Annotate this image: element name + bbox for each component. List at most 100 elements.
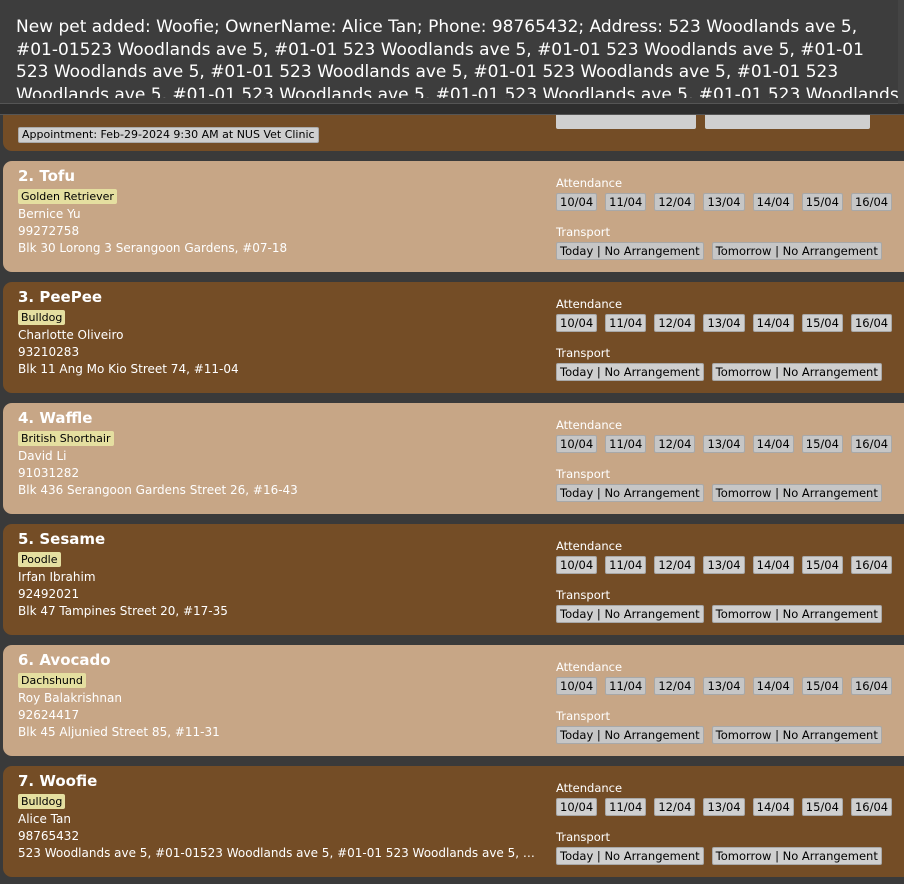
transport-chip: Tomorrow | No Arrangement — [711, 363, 882, 381]
attendance-date-chip: 15/04 — [801, 193, 843, 211]
attendance-chips: 10/04 11/04 12/04 13/04 14/04 15/04 16/04 — [556, 677, 900, 695]
breed-tag: British Shorthair — [18, 431, 114, 446]
divider — [0, 104, 904, 115]
attendance-date-chip: 13/04 — [703, 556, 745, 574]
transport-chip-partial — [556, 115, 696, 129]
pet-name: 6. Avocado — [18, 651, 111, 669]
transport-chip: Tomorrow | No Arrangement — [711, 847, 882, 865]
owner-address: Blk 11 Ang Mo Kio Street 74, #11-04 — [18, 362, 239, 376]
owner-phone: 92492021 — [18, 587, 80, 601]
attendance-chips: 10/04 11/04 12/04 13/04 14/04 15/04 16/04 — [556, 798, 900, 816]
result-display[interactable]: New pet added: Woofie; OwnerName: Alice … — [0, 0, 904, 104]
attendance-date-chip: 13/04 — [703, 798, 745, 816]
pet-name: 7. Woofie — [18, 772, 98, 790]
attendance-chips: 10/04 11/04 12/04 13/04 14/04 15/04 16/04 — [556, 314, 900, 332]
transport-chip: Tomorrow | No Arrangement — [711, 484, 882, 502]
owner-phone: 91031282 — [18, 466, 80, 480]
pet-card-1-partial[interactable]: Appointment: Feb-29-2024 9:30 AM at NUS … — [3, 115, 904, 151]
owner-phone: 99272758 — [18, 224, 80, 238]
transport-chip: Today | No Arrangement — [556, 726, 704, 744]
attendance-label: Attendance — [556, 539, 623, 553]
owner-name: Roy Balakrishnan — [18, 691, 122, 705]
attendance-date-chip: 15/04 — [801, 798, 843, 816]
transport-chips: Today | No Arrangement Tomorrow | No Arra… — [556, 726, 890, 744]
attendance-chips: 10/04 11/04 12/04 13/04 14/04 15/04 16/04 — [556, 435, 900, 453]
owner-address: Blk 436 Serangoon Gardens Street 26, #16… — [18, 483, 298, 497]
attendance-label: Attendance — [556, 418, 623, 432]
transport-chip: Tomorrow | No Arrangement — [711, 605, 882, 623]
owner-phone: 93210283 — [18, 345, 80, 359]
attendance-date-chip: 12/04 — [654, 677, 696, 695]
owner-name: Charlotte Oliveiro — [18, 328, 124, 342]
attendance-date-chip: 15/04 — [801, 677, 843, 695]
transport-label: Transport — [556, 467, 610, 481]
attendance-date-chip: 10/04 — [556, 193, 598, 211]
pet-card[interactable]: 7. Woofie Bulldog Alice Tan 98765432 523 Woo… — [3, 766, 904, 877]
attendance-date-chip: 16/04 — [850, 677, 893, 695]
attendance-label: Attendance — [556, 660, 623, 674]
pet-list[interactable]: Appointment: Feb-29-2024 9:30 AM at NUS … — [0, 115, 904, 884]
pet-card[interactable]: 6. Avocado Dachshund Roy Balakrishnan 92624… — [3, 645, 904, 756]
pet-card[interactable]: 2. Tofu Golden Retriever Bernice Yu 9927275… — [3, 161, 904, 272]
pet-card[interactable]: 4. Waffle British Shorthair David Li 910312… — [3, 403, 904, 514]
attendance-date-chip: 10/04 — [556, 677, 598, 695]
attendance-date-chip: 11/04 — [605, 677, 647, 695]
breed-tag: Golden Retriever — [18, 189, 117, 204]
pet-name: 2. Tofu — [18, 167, 76, 185]
attendance-date-chip: 12/04 — [654, 314, 696, 332]
attendance-label: Attendance — [556, 297, 623, 311]
pet-card[interactable]: 3. PeePee Bulldog Charlotte Oliveiro 932102… — [3, 282, 904, 393]
attendance-date-chip: 14/04 — [752, 798, 794, 816]
attendance-date-chip: 14/04 — [752, 193, 794, 211]
owner-address: Blk 45 Aljunied Street 85, #11-31 — [18, 725, 220, 739]
pet-card[interactable]: 5. Sesame Poodle Irfan Ibrahim 92492021 Blk … — [3, 524, 904, 635]
transport-chip: Today | No Arrangement — [556, 847, 704, 865]
attendance-date-chip: 14/04 — [752, 556, 794, 574]
attendance-date-chip: 11/04 — [605, 435, 647, 453]
pet-name: 4. Waffle — [18, 409, 93, 427]
result-scrollbar[interactable] — [898, 0, 904, 104]
transport-chips: Today | No Arrangement Tomorrow | No Arra… — [556, 242, 890, 260]
attendance-chips: 10/04 11/04 12/04 13/04 14/04 15/04 16/04 — [556, 193, 900, 211]
attendance-date-chip: 11/04 — [605, 556, 647, 574]
attendance-date-chip: 16/04 — [850, 556, 893, 574]
breed-tag: Bulldog — [18, 310, 66, 325]
attendance-date-chip: 12/04 — [654, 798, 696, 816]
attendance-label: Attendance — [556, 176, 623, 190]
transport-chip: Today | No Arrangement — [556, 605, 704, 623]
attendance-date-chip: 10/04 — [556, 435, 598, 453]
owner-address: 523 Woodlands ave 5, #01-01523 Woodlands… — [18, 846, 538, 860]
attendance-date-chip: 15/04 — [801, 556, 843, 574]
transport-label: Transport — [556, 346, 610, 360]
transport-chips: Today | No Arrangement Tomorrow | No Arra… — [556, 847, 890, 865]
transport-chips: Today | No Arrangement Tomorrow | No Arra… — [556, 605, 890, 623]
attendance-date-chip: 11/04 — [605, 798, 647, 816]
attendance-date-chip: 16/04 — [850, 193, 893, 211]
attendance-date-chip: 10/04 — [556, 314, 598, 332]
transport-chip: Tomorrow | No Arrangement — [711, 242, 882, 260]
owner-phone: 92624417 — [18, 708, 80, 722]
transport-chip: Today | No Arrangement — [556, 484, 704, 502]
owner-name: Bernice Yu — [18, 207, 81, 221]
transport-chip: Today | No Arrangement — [556, 363, 704, 381]
attendance-date-chip: 16/04 — [850, 314, 893, 332]
breed-tag: Dachshund — [18, 673, 86, 688]
transport-label: Transport — [556, 588, 610, 602]
attendance-date-chip: 11/04 — [605, 193, 647, 211]
attendance-date-chip: 16/04 — [850, 798, 893, 816]
attendance-label: Attendance — [556, 781, 623, 795]
transport-chips: Today | No Arrangement Tomorrow | No Arra… — [556, 484, 890, 502]
attendance-date-chip: 12/04 — [654, 193, 696, 211]
attendance-date-chip: 10/04 — [556, 556, 598, 574]
transport-chip-partial — [705, 115, 870, 129]
attendance-date-chip: 13/04 — [703, 677, 745, 695]
attendance-date-chip: 13/04 — [703, 193, 745, 211]
attendance-date-chip: 16/04 — [850, 435, 893, 453]
appointment-tag: Appointment: Feb-29-2024 9:30 AM at NUS … — [18, 127, 319, 143]
owner-name: David Li — [18, 449, 67, 463]
attendance-date-chip: 13/04 — [703, 435, 745, 453]
attendance-chips: 10/04 11/04 12/04 13/04 14/04 15/04 16/04 — [556, 556, 900, 574]
attendance-date-chip: 11/04 — [605, 314, 647, 332]
owner-phone: 98765432 — [18, 829, 80, 843]
transport-label: Transport — [556, 709, 610, 723]
